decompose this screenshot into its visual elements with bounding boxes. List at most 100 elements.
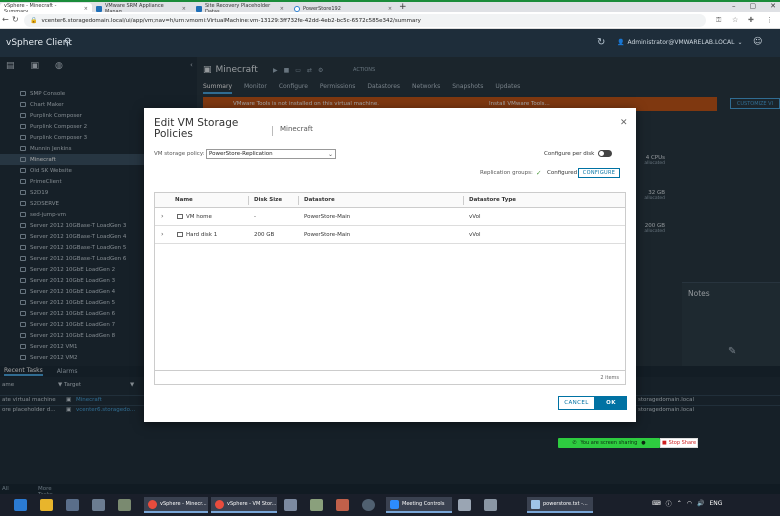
dialog-title: Edit VM Storage Policies — [154, 117, 239, 140]
media-icon[interactable] — [336, 499, 349, 511]
folder-icon — [177, 214, 183, 219]
minimize-icon[interactable]: – — [732, 2, 736, 10]
url-field[interactable]: 🔒 vcenter6.storagedomain.local/ui/app/vm… — [24, 14, 706, 27]
taskbar-app-notepad[interactable]: powerstore.txt -... — [527, 497, 593, 513]
wifi-icon[interactable]: ◠ — [687, 500, 692, 507]
close-icon[interactable]: × — [84, 6, 88, 12]
disk-policy-grid: Name Disk Size Datastore Datastore Type … — [154, 192, 626, 385]
tab-title: PowerStore192 — [303, 5, 341, 12]
new-tab-button[interactable]: + — [399, 2, 407, 12]
app-label: vSphere - VM Stor... — [227, 501, 277, 507]
info-icon[interactable]: ⓘ — [666, 499, 672, 508]
close-icon[interactable]: × — [182, 6, 186, 12]
maximize-icon[interactable]: ▢ — [750, 2, 757, 10]
star-icon[interactable]: ☆ — [732, 16, 738, 24]
zoom-icon — [390, 499, 399, 509]
feedback-smiley-icon[interactable]: ☺ — [753, 37, 762, 47]
menu-icon[interactable]: ⋮ — [766, 16, 773, 24]
edge-icon[interactable] — [14, 499, 27, 511]
replication-groups-label: Replication groups: — [480, 170, 533, 176]
configure-per-disk-toggle[interactable] — [598, 150, 612, 157]
tool-icon[interactable] — [118, 499, 131, 511]
cancel-button[interactable]: CANCEL — [558, 396, 595, 410]
row-datastore-type: vVol — [469, 232, 481, 238]
chrome-icon — [148, 499, 157, 509]
row-name: VM home — [177, 214, 212, 220]
share-status: You are screen sharing — [580, 440, 638, 446]
powerstore-favicon-icon — [294, 5, 300, 12]
back-arrow-icon[interactable]: ← — [2, 15, 9, 24]
taskbar-app-vsphere-minecraft[interactable]: vSphere - Minecr... — [144, 497, 208, 513]
edit-vm-storage-policies-dialog: Edit VM Storage Policies Minecraft ✕ VM … — [144, 108, 636, 422]
column-name[interactable]: Name — [175, 197, 193, 203]
items-count: 2 items — [600, 375, 619, 381]
title-divider — [272, 126, 273, 136]
key-icon[interactable]: ⚿ — [716, 16, 721, 25]
window-icon[interactable] — [484, 499, 497, 511]
settings-app-icon[interactable] — [284, 499, 297, 511]
system-tray: ⌨ ⓘ ⌃ ◠ 🔊 ENG — [652, 499, 722, 508]
user-menu[interactable]: 👤 Administrator@VMWARELAB.LOCAL ⌄ — [617, 39, 742, 46]
extensions-icon[interactable]: ✚ — [748, 16, 754, 24]
window-icon[interactable] — [458, 499, 471, 511]
keyboard-icon[interactable]: ⌨ — [652, 500, 661, 507]
screen-share-banner: ✆ You are screen sharing ● — [558, 438, 660, 448]
address-bar: ← ↻ 🔒 vcenter6.storagedomain.local/ui/ap… — [0, 12, 780, 29]
language-indicator[interactable]: ENG — [709, 500, 722, 507]
column-disk-size[interactable]: Disk Size — [254, 197, 282, 203]
column-separator — [298, 196, 299, 205]
row-datastore: PowerStore-Main — [304, 214, 351, 220]
close-icon[interactable]: ✕ — [620, 118, 628, 128]
tool-icon[interactable] — [362, 499, 375, 511]
phone-icon: ✆ — [572, 440, 577, 446]
windows-taskbar: vSphere - Minecr... vSphere - VM Stor...… — [0, 494, 780, 516]
app-label: Meeting Controls — [402, 501, 445, 507]
policy-label: VM storage policy: — [154, 151, 205, 157]
table-row[interactable]: › VM home - PowerStore-Main vVol — [155, 208, 625, 226]
close-icon[interactable]: × — [388, 6, 392, 12]
replication-status: Configured — [547, 170, 578, 176]
configure-per-disk-label: Configure per disk — [544, 151, 595, 157]
reload-icon[interactable]: ↻ — [12, 15, 19, 24]
chevron-right-icon[interactable]: › — [161, 230, 164, 238]
stop-share-button[interactable]: ■ Stop Share — [660, 438, 698, 448]
grid-footer: 2 items — [155, 370, 625, 384]
row-name-text: Hard disk 1 — [186, 232, 218, 238]
column-datastore[interactable]: Datastore — [304, 197, 335, 203]
vmware-favicon-icon — [196, 5, 202, 12]
refresh-icon[interactable]: ↻ — [597, 37, 605, 48]
utility-icon[interactable] — [310, 499, 323, 511]
url-text: vcenter6.storagedomain.local/ui/app/vm;n… — [41, 17, 421, 24]
file-explorer-icon[interactable] — [40, 499, 53, 511]
lock-icon: 🔒 — [30, 17, 38, 24]
row-name: Hard disk 1 — [177, 232, 217, 238]
ok-button[interactable]: OK — [595, 396, 627, 410]
close-window-icon[interactable]: ✕ — [770, 2, 776, 10]
column-separator — [248, 196, 249, 205]
configure-button[interactable]: CONFIGURE — [578, 168, 620, 178]
taskbar-app-meeting-controls[interactable]: Meeting Controls — [386, 497, 452, 513]
share-info-icon[interactable]: ● — [641, 440, 645, 446]
grid-header: Name Disk Size Datastore Datastore Type — [155, 193, 625, 208]
network-icon[interactable] — [66, 499, 79, 511]
storage-policy-select[interactable]: PowerStore-Replication ⌄ — [206, 149, 336, 159]
remote-desktop-icon[interactable] — [92, 499, 105, 511]
chevron-right-icon[interactable]: › — [161, 212, 164, 220]
chevron-up-icon[interactable]: ⌃ — [677, 500, 682, 507]
check-icon: ✓ — [536, 169, 542, 177]
policy-value: PowerStore-Replication — [209, 151, 273, 157]
table-row[interactable]: › Hard disk 1 200 GB PowerStore-Main vVo… — [155, 226, 625, 244]
volume-icon[interactable]: 🔊 — [697, 500, 704, 507]
row-size: - — [254, 214, 256, 220]
vmware-favicon-icon — [96, 5, 102, 12]
app-title[interactable]: vSphere Client — [6, 38, 72, 48]
taskbar-app-vsphere-vm-storage[interactable]: vSphere - VM Stor... — [211, 497, 277, 513]
column-datastore-type[interactable]: Datastore Type — [469, 197, 516, 203]
search-icon[interactable]: ⚲ — [64, 37, 71, 48]
row-size: 200 GB — [254, 232, 275, 238]
close-icon[interactable]: × — [280, 6, 284, 12]
user-icon: 👤 — [617, 39, 625, 46]
window-controls: – ▢ ✕ — [732, 2, 776, 10]
vsphere-header: vSphere Client ⚲ ↻ 👤 Administrator@VMWAR… — [0, 29, 780, 57]
row-name-text: VM home — [186, 214, 212, 220]
